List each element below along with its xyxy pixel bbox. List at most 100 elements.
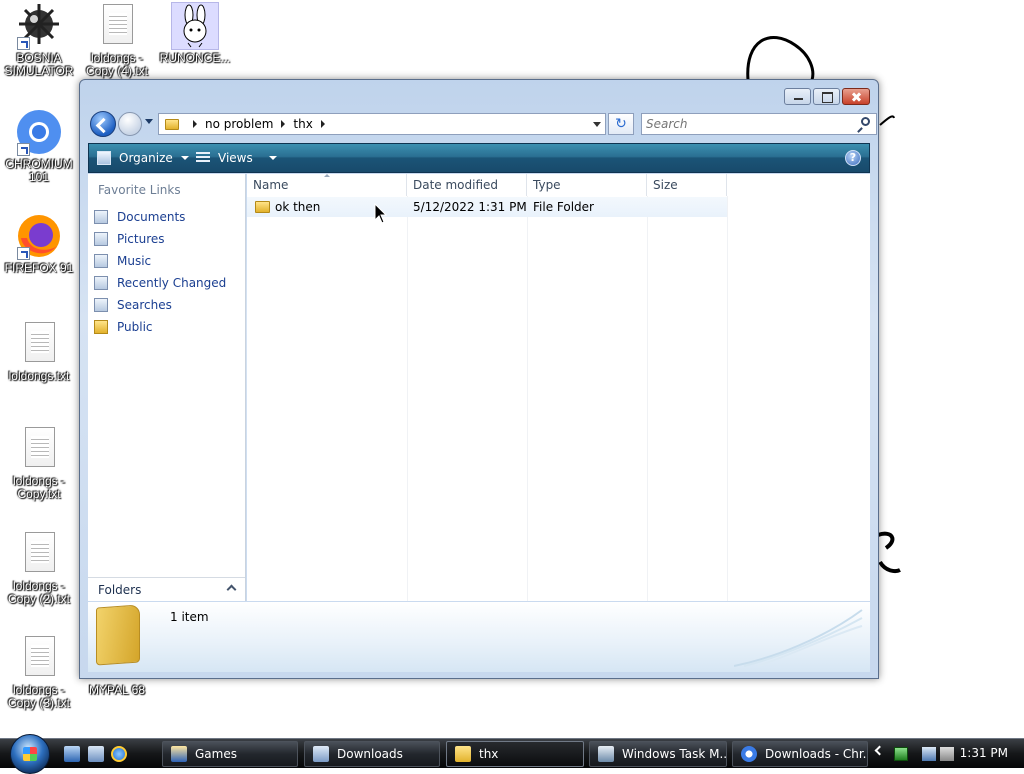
network-icon[interactable]: [922, 747, 936, 761]
show-desktop-icon[interactable]: [64, 746, 80, 762]
breadcrumb-chevron-icon[interactable]: [320, 120, 325, 128]
search-input[interactable]: [642, 114, 842, 134]
games-icon: [171, 746, 187, 762]
explorer-window: no problem thx ↻ Organize Views ? Favori…: [79, 79, 879, 679]
navigation-pane: Favorite Links Documents Pictures Music …: [88, 174, 246, 601]
address-dropdown-icon[interactable]: [593, 122, 601, 127]
folder-icon: [96, 604, 140, 666]
taskbar-button-games[interactable]: Games: [162, 741, 298, 767]
desktop-icon-mypal[interactable]: MYPAL 68: [78, 684, 156, 697]
column-date-modified[interactable]: Date modified: [407, 174, 527, 196]
column-divider: [527, 196, 528, 601]
folders-label: Folders: [98, 582, 142, 597]
volume-muted-icon[interactable]: [940, 747, 954, 761]
mine-icon: [15, 2, 63, 50]
search-box[interactable]: [641, 113, 877, 135]
music-icon: [94, 254, 108, 268]
nav-link-pictures[interactable]: Pictures: [94, 228, 244, 250]
desktop-icon-loldongs-copy-4[interactable]: loldongs - Copy (4).txt: [78, 2, 156, 78]
column-divider: [647, 196, 648, 601]
clock[interactable]: 1:31 PM: [960, 746, 1008, 760]
organize-icon: [97, 151, 111, 165]
search-icon[interactable]: [861, 117, 870, 126]
file-date: 5/12/2022 1:31 PM: [413, 200, 527, 214]
battery-icon[interactable]: [894, 747, 908, 761]
chevron-down-icon: [268, 156, 277, 160]
desktop-icon-loldongs[interactable]: loldongs.txt: [0, 320, 78, 383]
nav-link-public[interactable]: Public: [94, 316, 244, 338]
taskbar-button-label: Games: [195, 747, 237, 761]
address-bar[interactable]: no problem thx: [158, 113, 606, 135]
taskbar-button-task-manager[interactable]: Windows Task M...: [589, 741, 727, 767]
forward-button[interactable]: [118, 112, 142, 136]
views-button[interactable]: Views: [196, 144, 277, 172]
folders-toggle[interactable]: Folders: [88, 577, 245, 601]
shortcut-arrow-icon: [17, 247, 30, 260]
switch-windows-icon[interactable]: [88, 746, 104, 762]
item-count: 1 item: [170, 610, 209, 624]
file-row[interactable]: ok then 5/12/2022 1:31 PM File Folder: [247, 197, 727, 217]
recently-changed-icon: [94, 276, 108, 290]
shortcut-arrow-icon: [17, 37, 30, 50]
chevron-up-icon: [226, 584, 237, 595]
searches-icon: [94, 298, 108, 312]
command-bar: Organize Views ?: [88, 143, 870, 173]
nav-link-label: Recently Changed: [117, 276, 227, 290]
recent-pages-dropdown[interactable]: [145, 119, 153, 124]
chevron-left-icon[interactable]: [874, 745, 885, 756]
text-file-icon: [25, 636, 55, 676]
close-button[interactable]: [842, 88, 870, 105]
desktop-icon-label: loldongs - Copy.txt: [12, 474, 66, 501]
internet-explorer-icon[interactable]: [111, 746, 127, 762]
taskbar-button-thx[interactable]: thx: [446, 741, 584, 767]
nav-link-searches[interactable]: Searches: [94, 294, 244, 316]
shortcut-arrow-icon: [17, 143, 30, 156]
desktop-icon-label: FIREFOX 91: [4, 261, 74, 275]
nav-link-documents[interactable]: Documents: [94, 206, 244, 228]
breadcrumb-thx[interactable]: thx: [293, 117, 312, 131]
taskbar-button-chromium-downloads[interactable]: Downloads - Chr...: [732, 741, 868, 767]
mouse-cursor-icon: [374, 203, 388, 224]
column-divider: [407, 196, 408, 601]
desktop-icon-label: RUNONCE...: [159, 51, 231, 65]
documents-icon: [94, 210, 108, 224]
start-button[interactable]: [10, 734, 50, 774]
minimize-button[interactable]: [784, 88, 811, 105]
taskbar-button-label: Downloads - Chr...: [765, 747, 868, 761]
file-type: File Folder: [533, 200, 594, 214]
nav-link-music[interactable]: Music: [94, 250, 244, 272]
organize-button[interactable]: Organize: [97, 144, 189, 172]
nav-link-label: Pictures: [117, 232, 165, 246]
sort-arrow-icon: [324, 174, 330, 177]
desktop-icon-label: BOSNIA SIMULATOR: [4, 51, 74, 78]
desktop-icon-bosnia-simulator[interactable]: BOSNIA SIMULATOR: [0, 2, 78, 78]
desktop-icon-chromium[interactable]: CHROMIUM 101: [0, 108, 78, 184]
maximize-button[interactable]: [813, 88, 840, 105]
desktop-icon-runonce[interactable]: RUNONCE...: [156, 2, 234, 65]
file-name: ok then: [275, 200, 321, 214]
text-file-icon: [25, 427, 55, 467]
column-name[interactable]: Name: [247, 174, 407, 196]
breadcrumb-chevron-icon[interactable]: [281, 120, 286, 128]
breadcrumb-chevron-icon[interactable]: [193, 120, 197, 128]
help-icon[interactable]: ?: [845, 150, 861, 166]
taskbar-button-downloads[interactable]: Downloads: [304, 741, 440, 767]
back-button[interactable]: [90, 111, 116, 137]
refresh-button[interactable]: ↻: [608, 113, 634, 135]
nav-link-recently-changed[interactable]: Recently Changed: [94, 272, 244, 294]
decorative-swoosh: [734, 609, 863, 667]
desktop-icon-firefox[interactable]: FIREFOX 91: [0, 212, 78, 275]
navigation-row: no problem thx ↻: [88, 109, 877, 139]
chromium-icon: [741, 746, 757, 762]
desktop-icon-loldongs-copy-3[interactable]: loldongs - Copy (3).txt: [0, 634, 78, 710]
column-type[interactable]: Type: [527, 174, 647, 196]
folder-icon: [455, 746, 471, 762]
desktop-icon-loldongs-copy[interactable]: loldongs - Copy.txt: [0, 425, 78, 501]
column-size[interactable]: Size: [647, 174, 727, 196]
bunny-icon: [171, 2, 219, 50]
breadcrumb-no-problem[interactable]: no problem: [205, 117, 273, 131]
text-file-icon: [25, 532, 55, 572]
taskbar-button-label: Windows Task M...: [622, 747, 727, 761]
desktop-icon-loldongs-copy-2[interactable]: loldongs - Copy (2).txt: [0, 530, 78, 606]
column-header: Name Date modified Type Size: [247, 174, 727, 196]
